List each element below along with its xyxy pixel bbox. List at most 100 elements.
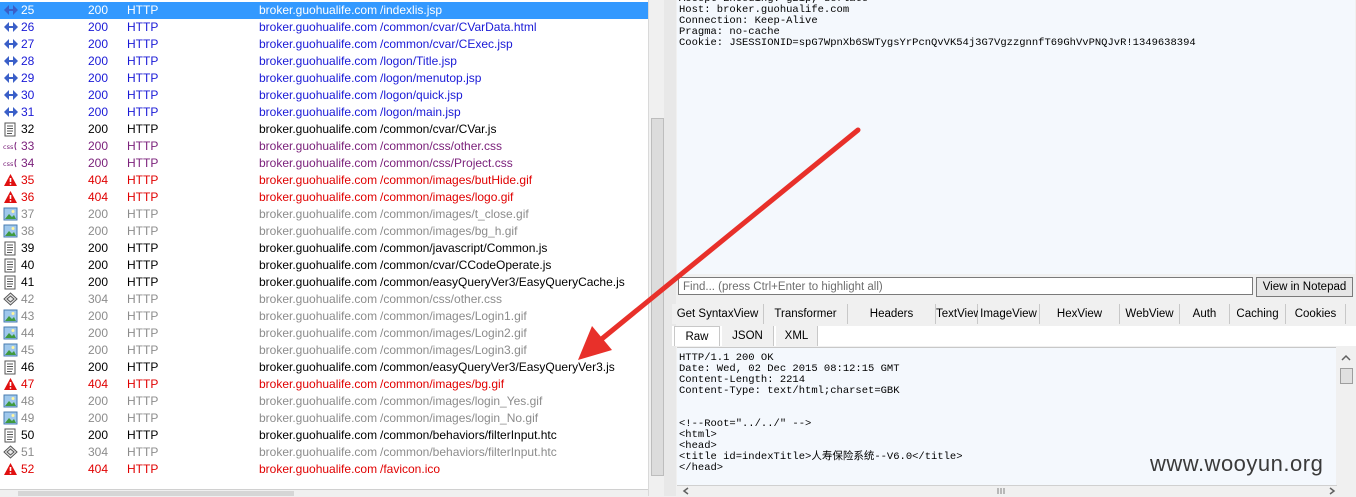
view-in-notepad-button[interactable]: View in Notepad <box>1256 277 1353 297</box>
session-host: broker.guohualife.com <box>259 275 378 289</box>
scroll-thumb[interactable] <box>18 491 294 496</box>
tab-transformer[interactable]: Transformer <box>764 304 848 324</box>
script-icon <box>3 241 19 258</box>
session-result: 404 <box>88 462 109 476</box>
session-row[interactable]: css 34 200 HTTP broker.guohualife.com/common… <box>0 155 648 172</box>
session-row[interactable]: 48 200 HTTP broker.guohualife.com/common/im… <box>0 393 648 410</box>
session-row[interactable]: 32 200 HTTP broker.guohualife.com/common/cv… <box>0 121 648 138</box>
session-result: 200 <box>88 122 109 136</box>
session-row[interactable]: 52 404 HTTP broker.guohualife.com/favicon.i… <box>0 461 648 478</box>
session-protocol: HTTP <box>127 377 159 391</box>
session-host: broker.guohualife.com <box>259 105 378 119</box>
scroll-grip-icon[interactable] <box>997 487 1005 495</box>
session-protocol: HTTP <box>127 207 159 221</box>
svg-text:css: css <box>3 160 14 168</box>
session-protocol: HTTP <box>127 3 159 17</box>
find-input[interactable]: Find... (press Ctrl+Enter to highlight a… <box>678 277 1253 295</box>
cached-icon <box>3 292 19 309</box>
session-protocol: HTTP <box>127 275 159 289</box>
session-protocol: HTTP <box>127 139 159 153</box>
session-row[interactable]: 41 200 HTTP broker.guohualife.com/common/ea… <box>0 274 648 291</box>
scroll-thumb[interactable] <box>651 118 664 476</box>
session-num: 36 <box>21 190 35 204</box>
session-host: broker.guohualife.com <box>259 292 378 306</box>
session-row[interactable]: 38 200 HTTP broker.guohualife.com/common/im… <box>0 223 648 240</box>
format-tab-raw[interactable]: Raw <box>674 326 720 346</box>
session-protocol: HTTP <box>127 292 159 306</box>
session-url: /common/easyQueryVer3/EasyQueryCache.js <box>380 275 625 289</box>
session-url: /common/images/Login3.gif <box>380 343 527 357</box>
session-host: broker.guohualife.com <box>259 207 378 221</box>
session-row[interactable]: 47 404 HTTP broker.guohualife.com/common/im… <box>0 376 648 393</box>
session-row[interactable]: 31 200 HTTP broker.guohualife.com/logon/mai… <box>0 104 648 121</box>
session-result: 404 <box>88 173 109 187</box>
session-num: 43 <box>21 309 35 323</box>
session-host: broker.guohualife.com <box>259 326 378 340</box>
session-num: 48 <box>21 394 35 408</box>
tab-webview[interactable]: WebView <box>1120 304 1180 324</box>
format-tab-xml[interactable]: XML <box>776 326 818 346</box>
session-host: broker.guohualife.com <box>259 343 378 357</box>
session-row[interactable]: 49 200 HTTP broker.guohualife.com/common/im… <box>0 410 648 427</box>
session-num: 30 <box>21 88 35 102</box>
session-row[interactable]: 27 200 HTTP broker.guohualife.com/common/cv… <box>0 36 648 53</box>
session-row[interactable]: 30 200 HTTP broker.guohualife.com/logon/qui… <box>0 87 648 104</box>
session-row[interactable]: 35 404 HTTP broker.guohualife.com/common/im… <box>0 172 648 189</box>
session-result: 404 <box>88 190 109 204</box>
session-host: broker.guohualife.com <box>259 20 378 34</box>
scroll-up-icon[interactable] <box>1337 350 1355 366</box>
session-list[interactable]: 25 200 HTTP broker.guohualife.com/indexlis.… <box>0 0 648 496</box>
image-icon <box>3 309 19 326</box>
session-row[interactable]: 51 304 HTTP broker.guohualife.com/common/be… <box>0 444 648 461</box>
session-host: broker.guohualife.com <box>259 411 378 425</box>
scroll-thumb[interactable] <box>1340 368 1353 384</box>
tab-headers[interactable]: Headers <box>848 304 936 324</box>
session-protocol: HTTP <box>127 190 159 204</box>
tab-hexview[interactable]: HexView <box>1040 304 1120 324</box>
session-url: /logon/quick.jsp <box>380 88 463 102</box>
warning-icon <box>3 377 19 394</box>
request-headers-view[interactable]: Accept-Encoding: gzip, deflate Host: bro… <box>677 0 1355 274</box>
session-row[interactable]: 28 200 HTTP broker.guohualife.com/logon/Tit… <box>0 53 648 70</box>
tab-textview[interactable]: TextView <box>936 304 982 324</box>
session-list-vscrollbar[interactable] <box>648 0 665 496</box>
session-row[interactable]: 37 200 HTTP broker.guohualife.com/common/im… <box>0 206 648 223</box>
tab-auth[interactable]: Auth <box>1180 304 1230 324</box>
session-row[interactable]: 26 200 HTTP broker.guohualife.com/common/cv… <box>0 19 648 36</box>
session-row[interactable]: 50 200 HTTP broker.guohualife.com/common/be… <box>0 427 648 444</box>
scroll-right-icon[interactable] <box>1327 486 1337 496</box>
session-row[interactable]: 44 200 HTTP broker.guohualife.com/common/im… <box>0 325 648 342</box>
response-vscrollbar[interactable] <box>1337 350 1355 485</box>
session-url: /common/cvar/CVarData.html <box>380 20 537 34</box>
session-row[interactable]: 45 200 HTTP broker.guohualife.com/common/im… <box>0 342 648 359</box>
css-icon: css <box>3 156 19 173</box>
scroll-left-icon[interactable] <box>681 486 691 496</box>
watermark: www.wooyun.org <box>1150 451 1324 476</box>
session-row[interactable]: 40 200 HTTP broker.guohualife.com/common/cv… <box>0 257 648 274</box>
tab-caching[interactable]: Caching <box>1230 304 1286 324</box>
tab-cookies[interactable]: Cookies <box>1286 304 1346 324</box>
session-row[interactable]: 29 200 HTTP broker.guohualife.com/logon/men… <box>0 70 648 87</box>
response-hscrollbar[interactable] <box>677 485 1337 497</box>
tab-get-syntaxview[interactable]: Get SyntaxView <box>672 304 764 324</box>
session-host: broker.guohualife.com <box>259 3 378 17</box>
session-row[interactable]: 25 200 HTTP broker.guohualife.com/indexlis.… <box>0 2 648 19</box>
session-row[interactable]: 42 304 HTTP broker.guohualife.com/common/cs… <box>0 291 648 308</box>
session-row[interactable]: 36 404 HTTP broker.guohualife.com/common/im… <box>0 189 648 206</box>
session-host: broker.guohualife.com <box>259 156 378 170</box>
format-tab-json[interactable]: JSON <box>722 326 774 346</box>
session-host: broker.guohualife.com <box>259 377 378 391</box>
session-protocol: HTTP <box>127 20 159 34</box>
session-row[interactable]: 46 200 HTTP broker.guohualife.com/common/ea… <box>0 359 648 376</box>
arrows-icon <box>3 37 19 54</box>
session-protocol: HTTP <box>127 173 159 187</box>
tab-imageview[interactable]: ImageView <box>978 304 1040 324</box>
pane-splitter[interactable] <box>664 0 676 496</box>
session-row[interactable]: css 33 200 HTTP broker.guohualife.com/common… <box>0 138 648 155</box>
session-url: /common/images/bg.gif <box>380 377 505 391</box>
session-num: 40 <box>21 258 35 272</box>
session-num: 45 <box>21 343 35 357</box>
session-row[interactable]: 43 200 HTTP broker.guohualife.com/common/im… <box>0 308 648 325</box>
arrows-icon <box>3 71 19 88</box>
session-row[interactable]: 39 200 HTTP broker.guohualife.com/common/ja… <box>0 240 648 257</box>
